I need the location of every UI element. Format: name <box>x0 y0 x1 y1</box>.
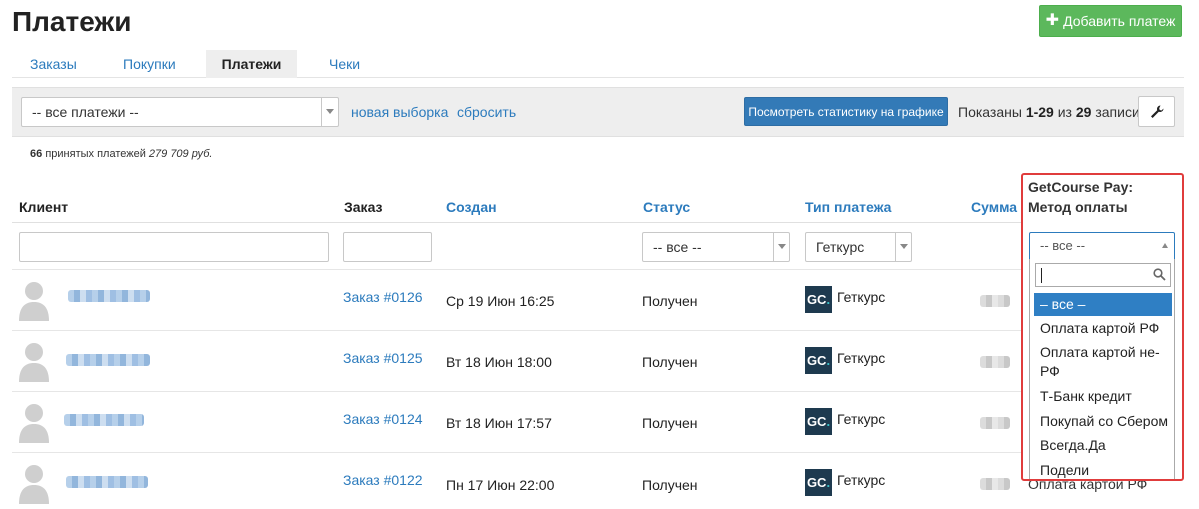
getcourse-logo-icon: GC. <box>805 408 832 435</box>
tab-receipts[interactable]: Чеки <box>329 50 360 78</box>
select-arrow <box>321 98 338 126</box>
row-divider <box>12 452 1022 453</box>
selection-value: -- все платежи -- <box>32 104 139 120</box>
col-status[interactable]: Статус <box>643 199 690 215</box>
payment-sum <box>980 356 1010 368</box>
created-date: Пн 17 Июн 22:00 <box>446 477 555 493</box>
payment-sum <box>980 295 1010 307</box>
tab-orders[interactable]: Заказы <box>30 50 77 78</box>
page-title: Платежи <box>12 6 132 37</box>
type-filter-value: Геткурс <box>816 239 865 255</box>
col-sum[interactable]: Сумма <box>971 199 1017 215</box>
status-filter-value: -- все -- <box>653 239 702 255</box>
order-link[interactable]: Заказ #0125 <box>343 350 423 366</box>
created-date: Ср 19 Июн 16:25 <box>446 293 555 309</box>
user-silhouette-icon <box>19 343 49 382</box>
order-link[interactable]: Заказ #0126 <box>343 289 423 305</box>
selection-select[interactable]: -- все платежи -- <box>21 97 339 127</box>
status-text: Получен <box>642 415 698 431</box>
client-name[interactable] <box>64 414 144 426</box>
tab-payments[interactable]: Платежи <box>206 50 297 78</box>
client-filter-input[interactable] <box>19 232 329 262</box>
row-divider <box>12 330 1022 331</box>
header-divider <box>12 222 1022 223</box>
new-selection-link[interactable]: новая выборка <box>351 104 448 120</box>
status-text: Получен <box>642 477 698 493</box>
col-created[interactable]: Создан <box>446 199 497 215</box>
records-shown: Показаны 1-29 из 29 записи. <box>958 104 1144 120</box>
client-name[interactable] <box>68 290 150 302</box>
reset-link[interactable]: сбросить <box>457 104 516 120</box>
payment-sum <box>980 478 1010 490</box>
payment-type: Геткурс <box>837 411 886 427</box>
settings-button[interactable] <box>1138 96 1175 127</box>
payment-sum <box>980 417 1010 429</box>
col-order: Заказ <box>344 199 383 215</box>
payment-type: Геткурс <box>837 350 886 366</box>
payments-summary: 66 принятых платежей 279 709 руб. <box>30 148 213 160</box>
payment-type: Геткурс <box>837 472 886 488</box>
col-client: Клиент <box>19 199 69 215</box>
select-arrow <box>895 233 911 261</box>
wrench-icon <box>1150 104 1163 118</box>
order-link[interactable]: Заказ #0124 <box>343 411 423 427</box>
getcourse-logo-icon: GC. <box>805 469 832 496</box>
add-payment-label: Добавить платеж <box>1063 13 1176 29</box>
created-date: Вт 18 Июн 17:57 <box>446 415 552 431</box>
row-divider <box>12 269 1022 270</box>
getcourse-logo-icon: GC. <box>805 347 832 374</box>
tab-purchases[interactable]: Покупки <box>123 50 176 78</box>
status-text: Получен <box>642 293 698 309</box>
order-link[interactable]: Заказ #0122 <box>343 472 423 488</box>
user-silhouette-icon <box>19 282 49 321</box>
add-payment-button[interactable]: ✚ Добавить платеж <box>1039 5 1182 37</box>
user-silhouette-icon <box>19 404 49 443</box>
status-filter-select[interactable]: -- все -- <box>642 232 790 262</box>
client-name[interactable] <box>66 476 148 488</box>
highlight-frame <box>1021 173 1184 481</box>
payment-type: Геткурс <box>837 289 886 305</box>
user-silhouette-icon <box>19 465 49 504</box>
getcourse-logo-icon: GC. <box>805 286 832 313</box>
status-text: Получен <box>642 354 698 370</box>
plus-icon: ✚ <box>1045 12 1060 29</box>
select-arrow <box>773 233 789 261</box>
tabs-bar: Заказы Покупки Платежи Чеки <box>12 50 1184 78</box>
col-payment-type[interactable]: Тип платежа <box>805 199 891 215</box>
row-divider <box>12 391 1022 392</box>
order-filter-input[interactable] <box>343 232 432 262</box>
view-stats-button[interactable]: Посмотреть статистику на графике <box>744 97 948 126</box>
client-name[interactable] <box>66 354 150 366</box>
type-filter-select[interactable]: Геткурс <box>805 232 912 262</box>
created-date: Вт 18 Июн 18:00 <box>446 354 552 370</box>
